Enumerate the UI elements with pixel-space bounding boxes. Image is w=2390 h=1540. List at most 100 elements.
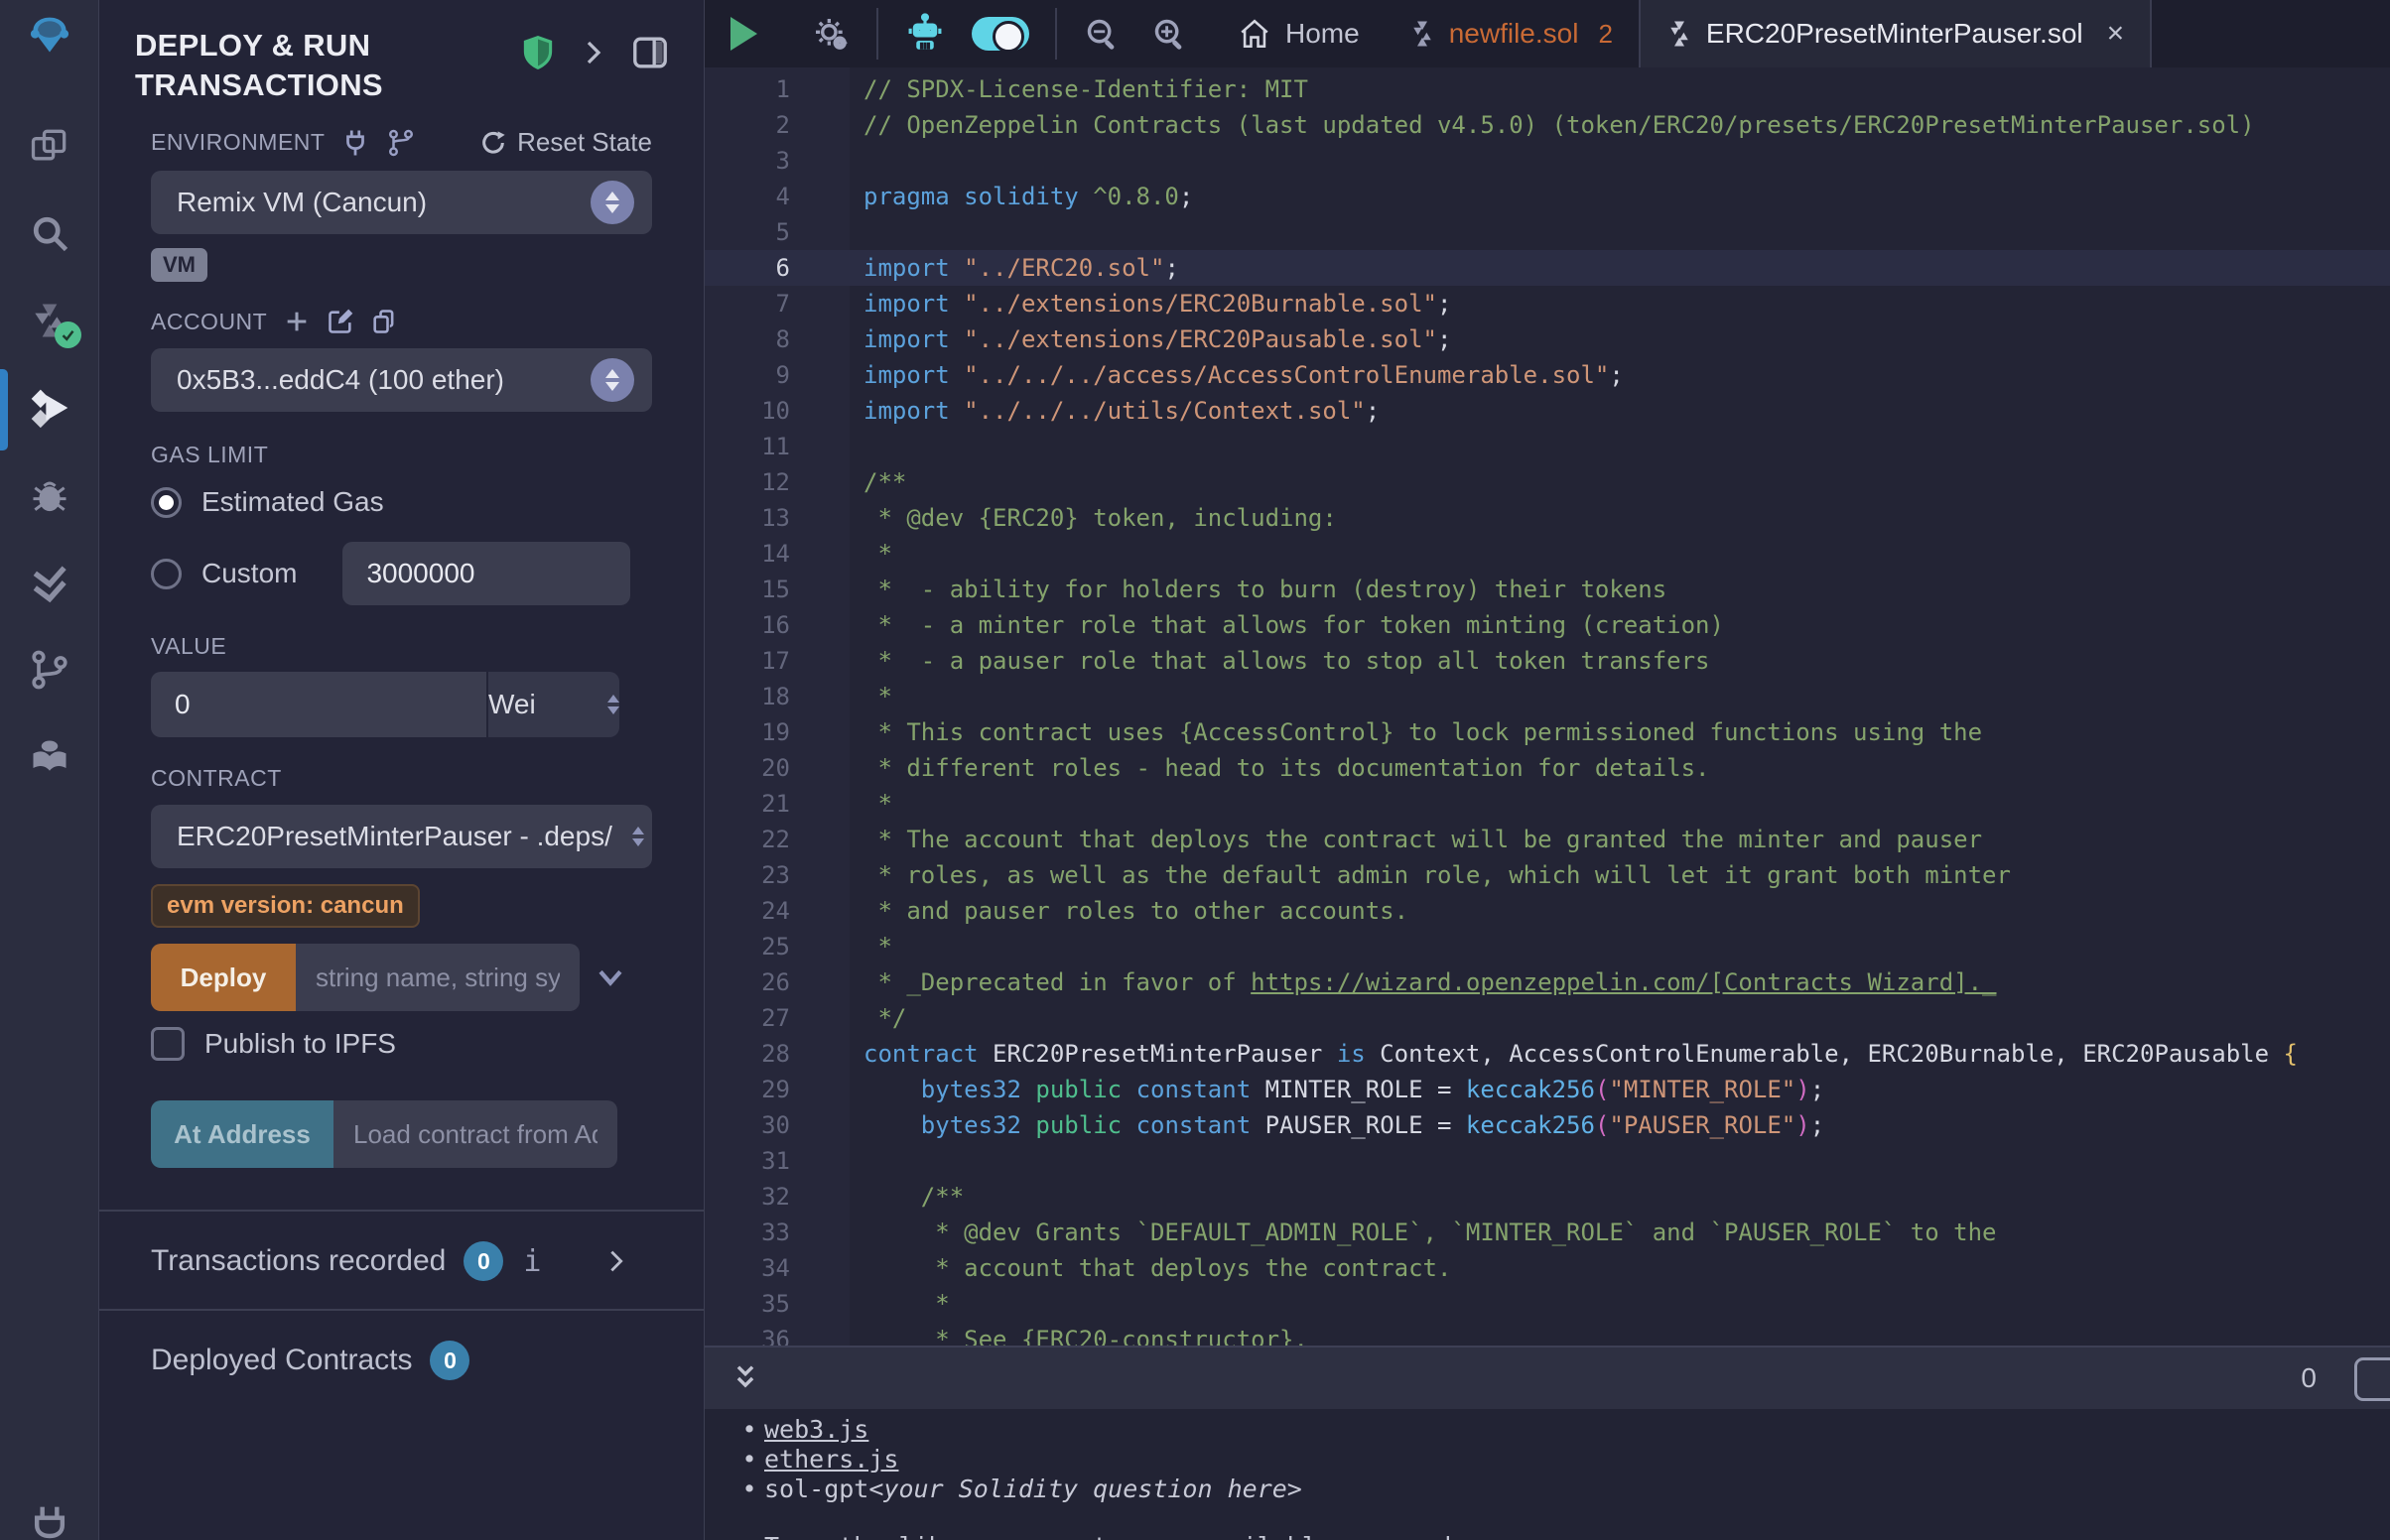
solidity-compiler-icon[interactable] [28,299,71,342]
panel-title: DEPLOY & RUN TRANSACTIONS [135,26,463,105]
line-number: 26 [705,964,814,1000]
compile-success-badge [55,321,81,348]
line-number: 13 [705,500,814,536]
code-line: 11 [705,429,2390,464]
code-line: 9import "../../../access/AccessControlEn… [705,357,2390,393]
fork-environment-icon[interactable] [386,128,416,158]
code-lines: 1// SPDX-License-Identifier: MIT2// Open… [705,71,2390,1346]
line-number: 30 [705,1107,814,1143]
line-number: 14 [705,536,814,572]
expand-constructor-icon[interactable] [594,961,627,994]
editor-toolbar: Home newfile.sol 2 ERC20PresetMinterPaus… [705,0,2390,67]
git-icon[interactable] [28,648,71,692]
plugin-manager-icon[interactable] [28,735,71,779]
environment-selected-value: Remix VM (Cancun) [177,187,427,218]
publish-ipfs-checkbox[interactable] [151,1027,185,1061]
info-icon[interactable]: i [523,1244,541,1279]
code-line: 31 [705,1143,2390,1179]
at-address-input[interactable] [333,1100,617,1168]
zoom-in-icon[interactable] [1150,15,1188,53]
line-number: 25 [705,929,814,964]
publish-ipfs-label: Publish to IPFS [204,1028,396,1060]
environment-select[interactable]: Remix VM (Cancun) [151,171,652,234]
tab-home[interactable]: Home [1214,0,1384,67]
custom-gas-radio[interactable] [151,559,182,589]
chevron-right-icon[interactable] [581,38,606,67]
custom-gas-label: Custom [201,558,297,589]
constructor-args-input[interactable] [296,944,580,1011]
value-input[interactable] [151,672,486,737]
code-line: 3 [705,143,2390,179]
tab-newfile-label: newfile.sol [1449,18,1579,50]
code-line: 8import "../extensions/ERC20Pausable.sol… [705,321,2390,357]
unit-testing-icon[interactable] [28,561,71,604]
run-script-icon[interactable] [730,17,757,51]
account-label: ACCOUNT [151,309,267,335]
code-line: 10import "../../../utils/Context.sol"; [705,393,2390,429]
copy-account-icon[interactable] [370,308,398,335]
zoom-out-icon[interactable] [1083,15,1121,53]
line-number: 6 [705,250,814,286]
terminal-search-box[interactable] [2354,1357,2390,1401]
code-line: 2// OpenZeppelin Contracts (last updated… [705,107,2390,143]
search-icon[interactable] [28,211,71,255]
contract-selected-value: ERC20PresetMinterPauser - .deps/ [177,821,612,852]
contract-caret-icon [632,827,644,846]
code-line: 13 * @dev {ERC20} token, including: [705,500,2390,536]
line-number: 2 [705,107,814,143]
tab-erc20-preset[interactable]: ERC20PresetMinterPauser.sol × [1639,0,2152,67]
code-line: 36 * See {ERC20-constructor}. [705,1322,2390,1346]
code-line: 35 * [705,1286,2390,1322]
plug-icon[interactable] [28,1503,71,1540]
add-account-icon[interactable] [283,308,311,335]
code-line: 23 * roles, as well as the default admin… [705,857,2390,893]
contract-section: CONTRACT ERC20PresetMinterPauser - .deps… [151,765,652,1168]
transactions-expand-icon[interactable] [604,1247,628,1275]
gas-limit-section: GAS LIMIT Estimated Gas Custom [151,442,652,605]
file-explorer-icon[interactable] [28,124,71,168]
remix-logo-icon[interactable] [28,14,71,58]
edit-account-icon[interactable] [327,308,354,335]
value-label: VALUE [151,633,226,660]
estimated-gas-label: Estimated Gas [201,486,384,518]
terminal-line[interactable]: •ethers.js [705,1445,2390,1475]
terminal[interactable]: •web3.js•ethers.js•sol-gpt <your Solidit… [705,1409,2390,1540]
value-unit-select[interactable]: Wei [488,672,619,737]
deploy-and-run-icon[interactable] [28,386,71,430]
code-line: 5 [705,214,2390,250]
terminal-line[interactable]: •web3.js [705,1415,2390,1445]
line-number: 8 [705,321,814,357]
line-number: 19 [705,714,814,750]
ai-robot-icon[interactable] [904,13,946,55]
line-number: 1 [705,71,814,107]
code-line: 26 * _Deprecated in favor of https://wiz… [705,964,2390,1000]
line-number: 20 [705,750,814,786]
run-settings-gear-icon[interactable] [811,14,851,54]
tab-newfile[interactable]: newfile.sol 2 [1384,0,1639,67]
collapse-terminal-icon[interactable] [729,1358,762,1398]
plug-environment-icon[interactable] [340,128,370,158]
value-section: VALUE Wei [151,633,652,737]
estimated-gas-radio[interactable] [151,487,182,518]
code-editor[interactable]: 1// SPDX-License-Identifier: MIT2// Open… [705,67,2390,1346]
custom-gas-input[interactable] [342,542,630,605]
code-line: 27 */ [705,1000,2390,1036]
transactions-recorded-row: Transactions recorded 0 i [99,1212,704,1309]
close-tab-icon[interactable]: × [2107,17,2125,51]
contract-select[interactable]: ERC20PresetMinterPauser - .deps/ [151,805,652,868]
ai-copilot-toggle[interactable] [972,17,1029,51]
line-number: 24 [705,893,814,929]
account-select[interactable]: 0x5B3...eddC4 (100 ether) [151,348,652,412]
reset-state-button[interactable]: Reset State [479,127,652,158]
debugger-icon[interactable] [28,473,71,517]
line-number: 18 [705,679,814,714]
deploy-button[interactable]: Deploy [151,944,296,1011]
evm-version-badge: evm version: cancun [151,884,420,928]
line-number: 29 [705,1072,814,1107]
contract-label: CONTRACT [151,765,282,792]
terminal-line: •sol-gpt <your Solidity question here> [705,1475,2390,1504]
pin-panel-icon[interactable] [632,36,668,69]
shield-icon [521,34,555,71]
at-address-button[interactable]: At Address [151,1100,333,1168]
unit-caret-icon [607,695,619,714]
